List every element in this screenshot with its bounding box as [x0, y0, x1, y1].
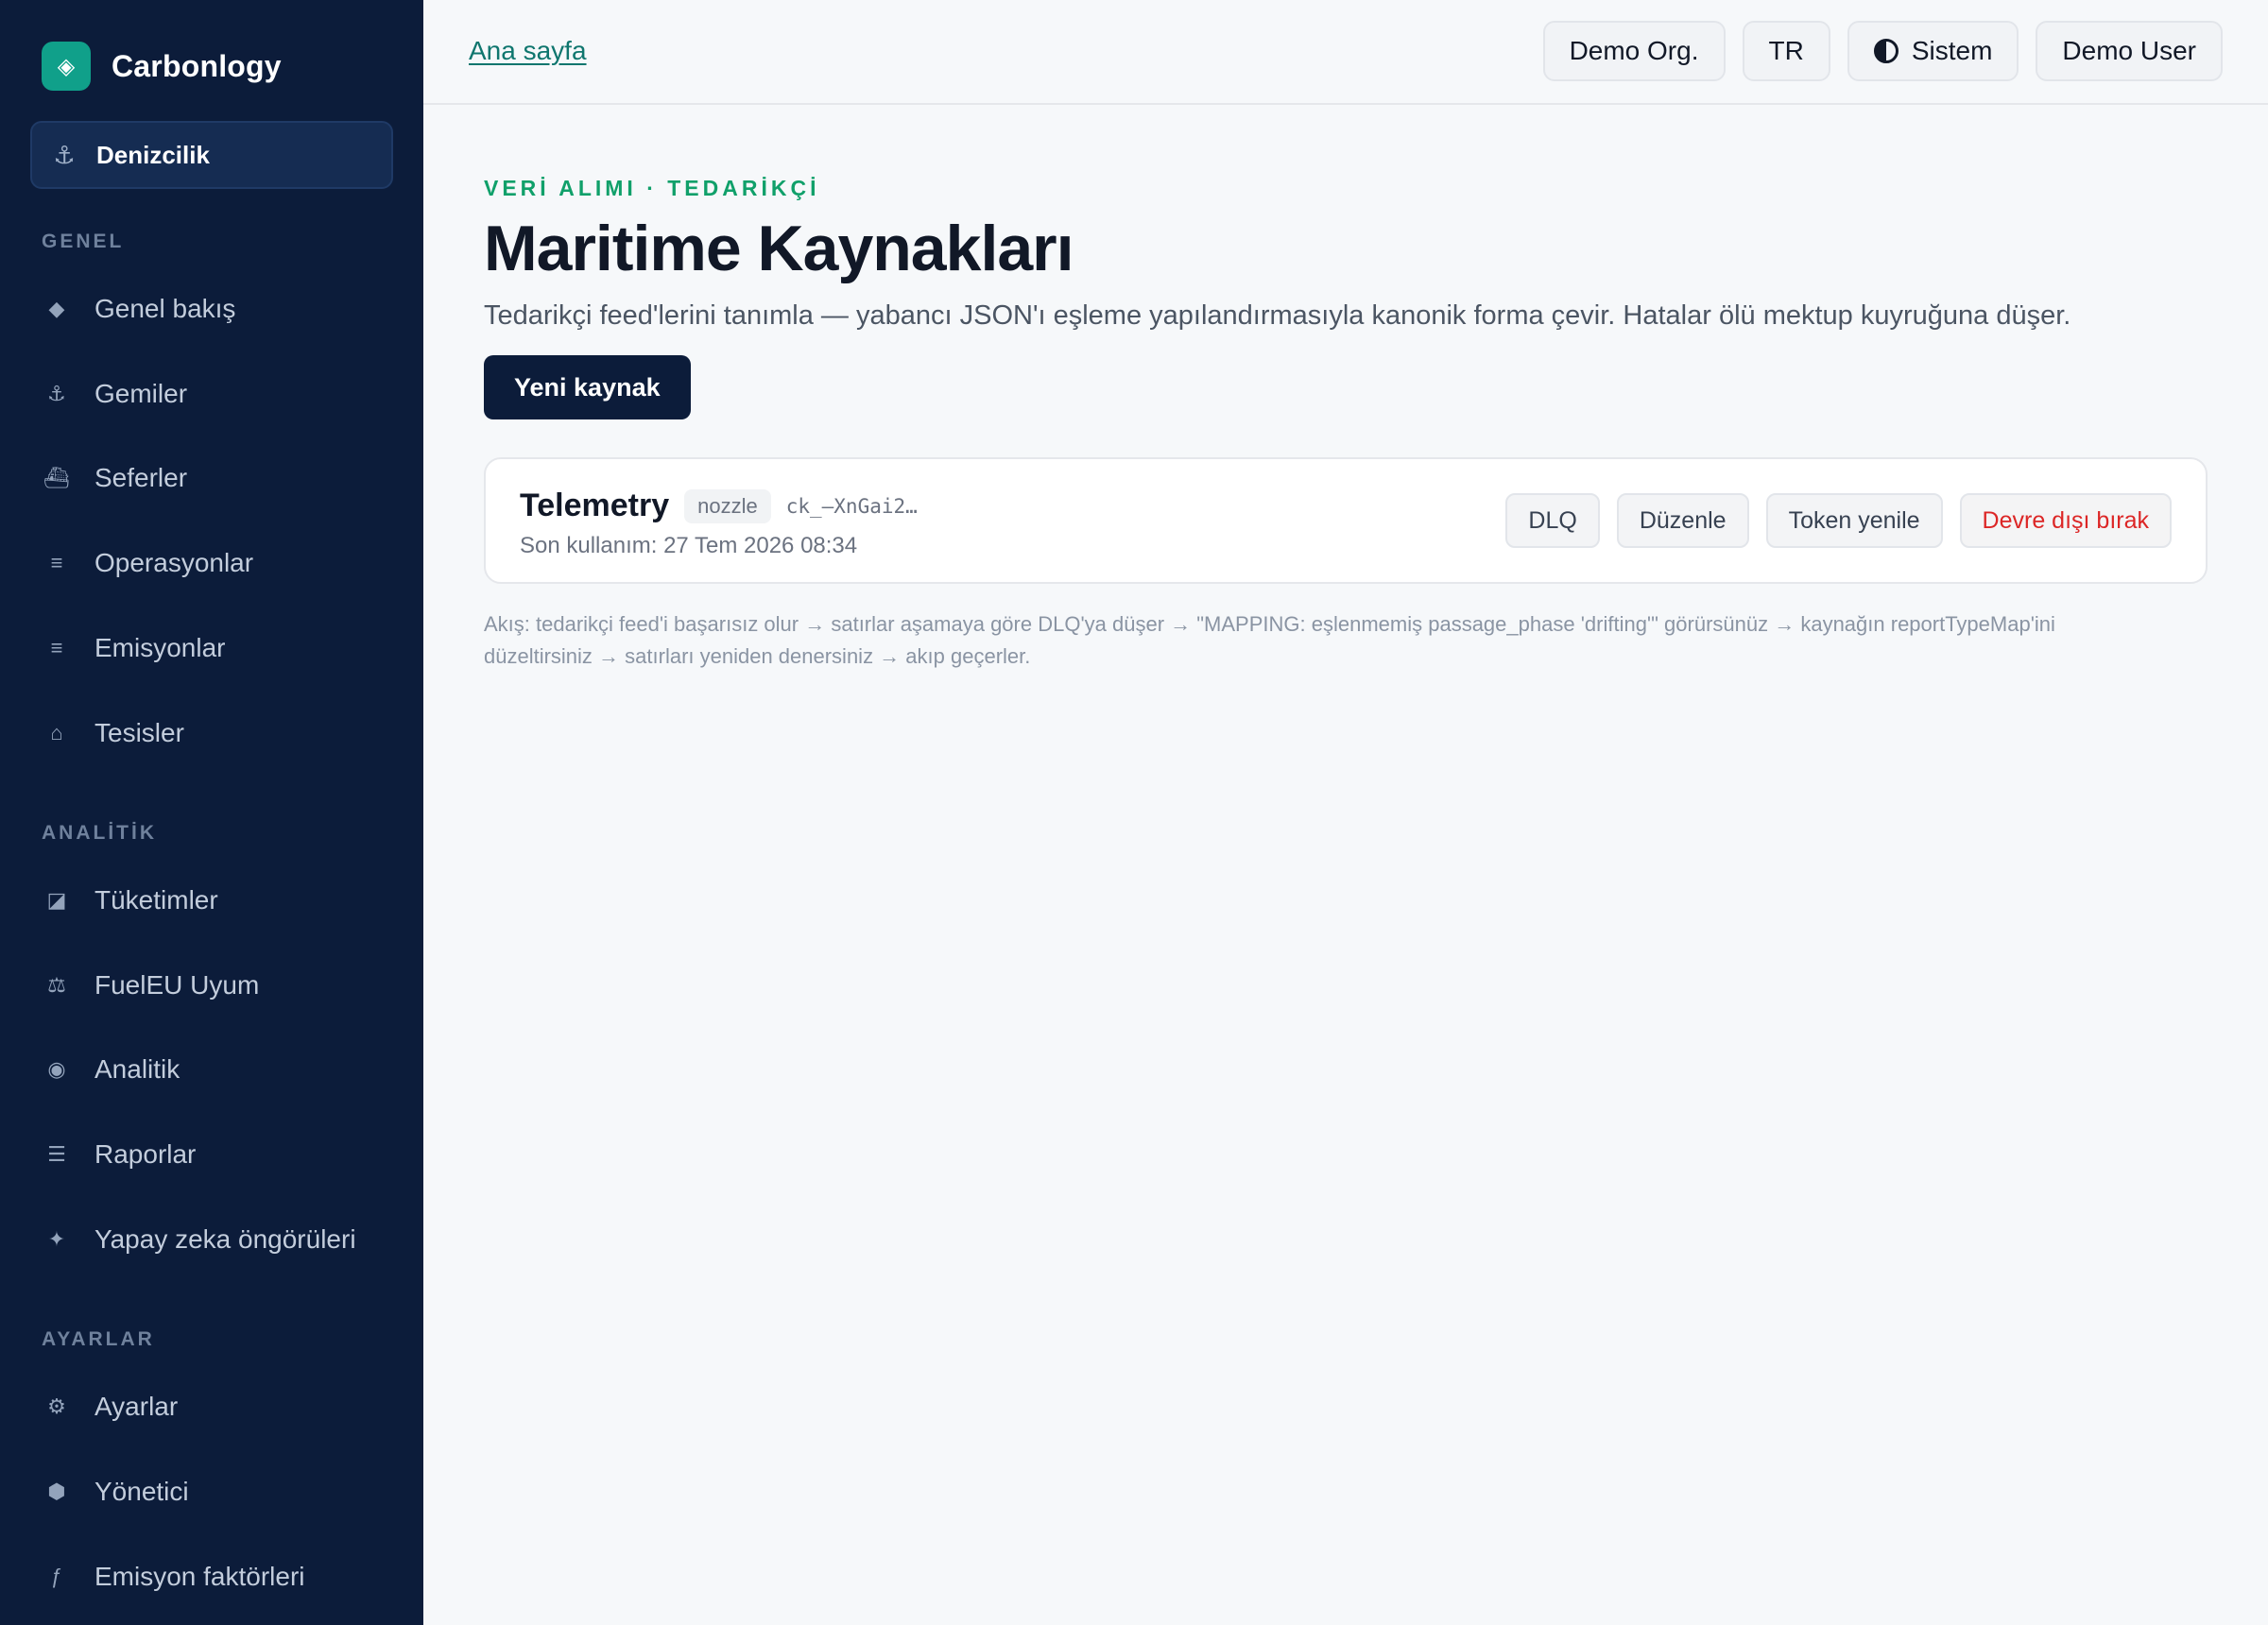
org-switcher-button[interactable]: Demo Org. [1542, 21, 1726, 81]
source-last-used: Son kullanım: 27 Tem 2026 08:34 [520, 533, 858, 558]
sidebar-item-facilities[interactable]: ⌂ Tesisler [30, 699, 393, 767]
sidebar-item-ships[interactable]: ⚓ Gemiler [30, 360, 393, 428]
shield-icon: ⬢ [47, 1480, 66, 1503]
target-icon: ◉ [47, 1057, 66, 1081]
home-link[interactable]: Ana sayfa [469, 36, 587, 66]
list-icon: ≡ [50, 636, 63, 659]
sidebar: ◈ Carbonlogy ⚓ Denizcilik GENEL ◆ Genel … [0, 0, 423, 1625]
carbonlogy-logo-icon: ◈ [42, 42, 91, 91]
theme-label: Sistem [1911, 36, 1993, 65]
source-type-tag: nozzle [684, 488, 771, 523]
source-token: ck_–XnGai2… [785, 494, 918, 518]
sidebar-item-voyages[interactable]: ⛴ Seferler [30, 444, 393, 512]
brand-name: Carbonlogy [112, 48, 282, 83]
user-menu-button[interactable]: Demo User [2036, 21, 2223, 81]
sidebar-item-label: Emisyonlar [94, 633, 226, 662]
function-icon: ƒ [50, 1565, 63, 1588]
sidebar-item-label: Emisyon faktörleri [94, 1562, 305, 1591]
flow-note: Akış: tedarikçi feed'i başarısız olur → … [484, 612, 2055, 668]
theme-button[interactable]: Sistem [1847, 21, 2019, 81]
topbar: Ana sayfa Demo Org. TR Sistem Demo User [423, 0, 2268, 105]
edit-button[interactable]: Düzenle [1616, 493, 1749, 548]
sidebar-item-reports[interactable]: ☰ Raporlar [30, 1120, 393, 1189]
scale-icon: ⚖ [47, 973, 66, 997]
source-actions: DLQ Düzenle Token yenile Devre dışı bıra… [1505, 493, 2172, 548]
sidebar-item-consumptions[interactable]: ◪ Tüketimler [30, 866, 393, 934]
sparkle-icon: ✦ [47, 1227, 66, 1251]
contrast-icon [1873, 39, 1899, 63]
sidebar-item-label: Genel bakış [94, 294, 236, 323]
new-source-button[interactable]: Yeni kaynak [484, 355, 691, 419]
document-icon: ☰ [47, 1142, 66, 1166]
brand[interactable]: ◈ Carbonlogy [42, 42, 282, 91]
sidebar-item-ai-insights[interactable]: ✦ Yapay zeka öngörüleri [30, 1206, 393, 1274]
source-name: Telemetry [520, 488, 670, 523]
anchor-icon: ⚓ [53, 140, 76, 169]
sidebar-item-label: Gemiler [94, 379, 188, 408]
section-label-genel: GENEL [42, 231, 125, 252]
sidebar-item-label: Yapay zeka öngörüleri [94, 1224, 356, 1254]
sidebar-item-operations[interactable]: ≡ Operasyonlar [30, 529, 393, 597]
top-actions: Demo Org. TR Sistem Demo User [1542, 21, 2223, 81]
language-button[interactable]: TR [1742, 21, 1830, 81]
consumption-icon: ◪ [46, 888, 67, 912]
diamond-icon: ◆ [48, 297, 65, 320]
domain-selector[interactable]: ⚓ Denizcilik [30, 121, 393, 189]
source-card: Telemetry nozzle ck_–XnGai2… Son kullanı… [484, 457, 2208, 584]
ship-icon: ⛴ [43, 466, 70, 489]
sidebar-item-overview[interactable]: ◆ Genel bakış [30, 275, 393, 343]
sidebar-item-analytics[interactable]: ◉ Analitik [30, 1035, 393, 1103]
dlq-button[interactable]: DLQ [1505, 493, 1600, 548]
sidebar-item-emissions[interactable]: ≡ Emisyonlar [30, 614, 393, 682]
sidebar-item-label: FuelEU Uyum [94, 970, 260, 1000]
sidebar-item-label: Analitik [94, 1054, 180, 1084]
home-icon: ⌂ [50, 721, 63, 744]
sidebar-item-label: Tüketimler [94, 885, 218, 915]
section-label-ayarlar: AYARLAR [42, 1328, 155, 1350]
sidebar-item-label: Operasyonlar [94, 548, 254, 577]
sidebar-item-label: Raporlar [94, 1139, 197, 1169]
sidebar-item-admin[interactable]: ⬢ Yönetici [30, 1458, 393, 1526]
sidebar-item-label: Ayarlar [94, 1392, 179, 1421]
disable-button[interactable]: Devre dışı bırak [1959, 493, 2172, 548]
gear-icon: ⚙ [47, 1394, 66, 1418]
section-label-analitik: ANALİTİK [42, 822, 157, 844]
source-title-row: Telemetry nozzle ck_–XnGai2… [520, 488, 918, 524]
refresh-token-button[interactable]: Token yenile [1765, 493, 1943, 548]
sidebar-item-emission-factors[interactable]: ƒ Emisyon faktörleri [30, 1543, 393, 1611]
domain-label: Denizcilik [96, 140, 210, 169]
page-title: Maritime Kaynakları [484, 213, 1074, 284]
sidebar-item-settings[interactable]: ⚙ Ayarlar [30, 1373, 393, 1441]
sidebar-item-label: Tesisler [94, 718, 184, 747]
list-icon: ≡ [50, 551, 63, 574]
sidebar-item-fueleu[interactable]: ⚖ FuelEU Uyum [30, 951, 393, 1019]
anchor-icon: ⚓ [47, 382, 66, 405]
page-eyebrow: VERİ ALIMI · TEDARİKÇİ [484, 176, 820, 200]
sidebar-item-label: Seferler [94, 463, 188, 492]
sidebar-item-label: Yönetici [94, 1477, 189, 1506]
page-description: Tedarikçi feed'lerini tanımla — yabancı … [484, 300, 2071, 331]
